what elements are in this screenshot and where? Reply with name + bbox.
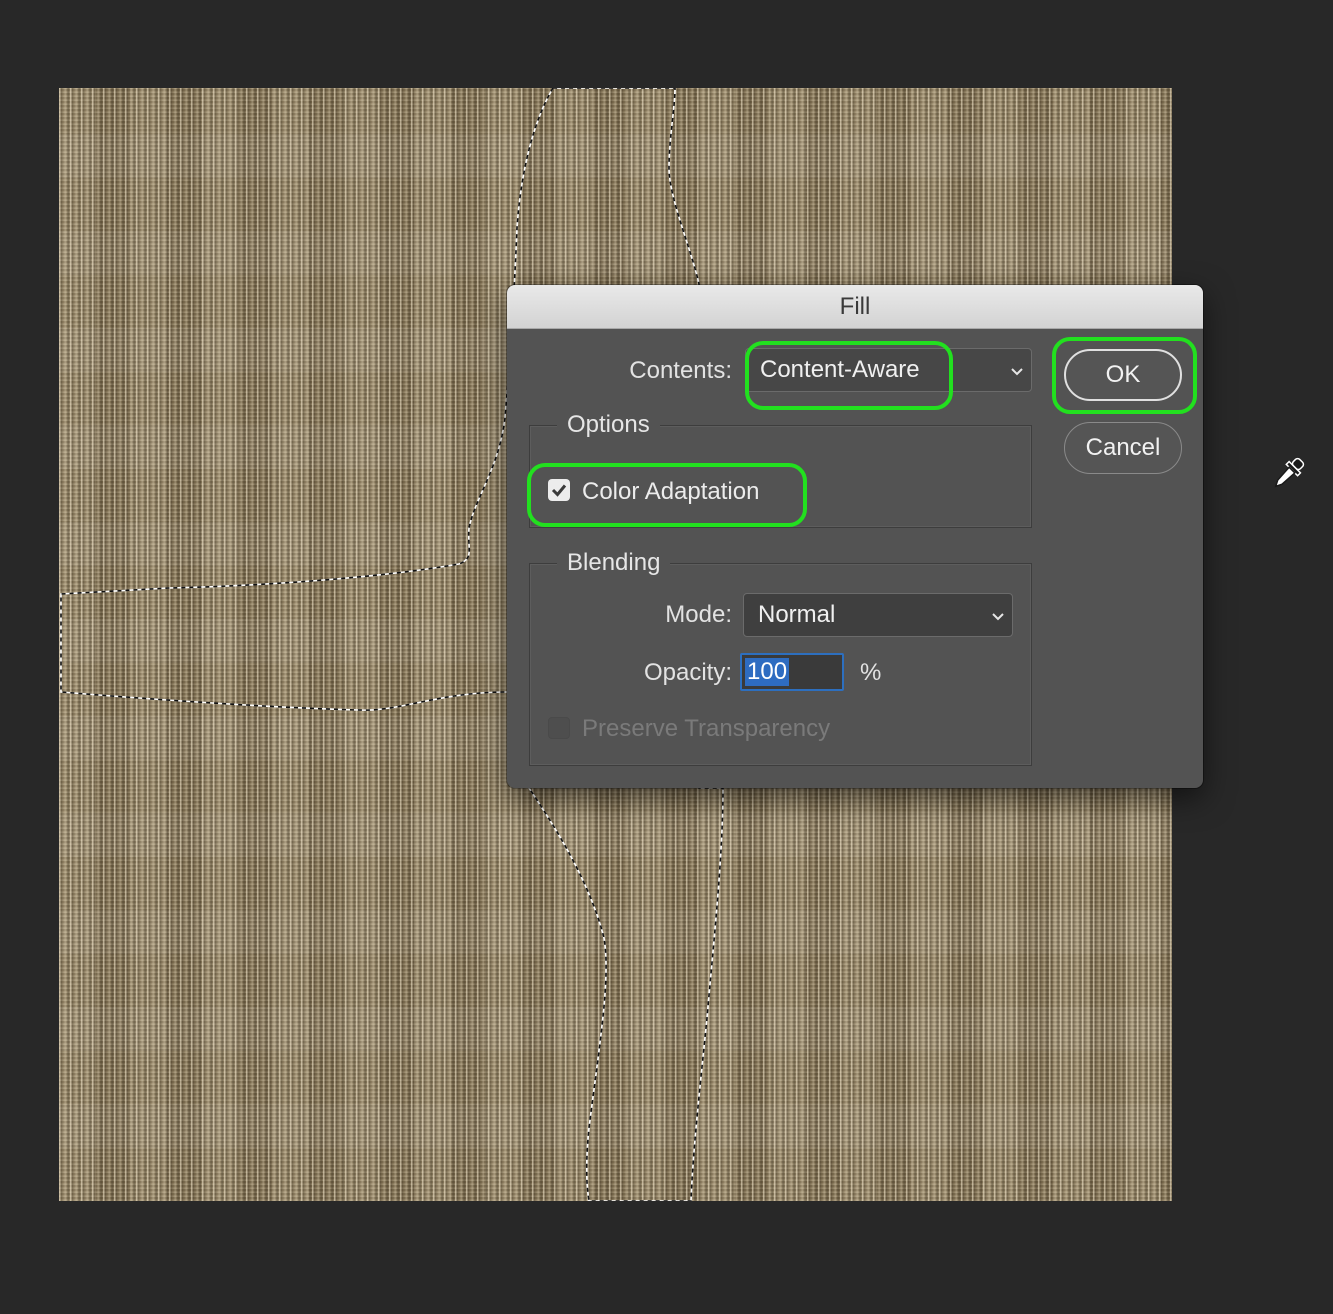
eyedropper-icon <box>1274 457 1305 488</box>
opacity-unit: % <box>860 659 882 686</box>
options-group-title: Options <box>557 411 660 439</box>
preserve-transparency-checkbox[interactable] <box>548 717 570 739</box>
contents-value: Content-Aware <box>760 356 920 383</box>
options-group <box>529 425 1032 528</box>
contents-label: Contents: <box>629 357 732 384</box>
opacity-label: Opacity: <box>643 659 732 686</box>
ok-button[interactable]: OK <box>1064 349 1182 401</box>
blending-group-title: Blending <box>557 549 671 577</box>
chevron-down-icon <box>1011 368 1023 376</box>
mode-label: Mode: <box>665 601 732 628</box>
opacity-value: 100 <box>745 658 790 686</box>
color-adaptation-checkbox[interactable] <box>548 479 570 501</box>
contents-dropdown[interactable]: Content-Aware <box>745 348 1032 392</box>
chevron-down-icon <box>992 613 1004 621</box>
dialog-title: Fill <box>507 285 1203 329</box>
checkmark-icon <box>551 484 567 497</box>
preserve-transparency-label: Preserve Transparency <box>582 715 831 742</box>
color-adaptation-label[interactable]: Color Adaptation <box>582 478 759 506</box>
fill-dialog: Fill Contents: Content-Aware Options Col… <box>507 285 1203 788</box>
mode-dropdown[interactable]: Normal <box>743 593 1013 637</box>
opacity-input[interactable]: 100 <box>740 653 844 691</box>
cancel-button[interactable]: Cancel <box>1064 422 1182 474</box>
mode-value: Normal <box>758 601 836 628</box>
